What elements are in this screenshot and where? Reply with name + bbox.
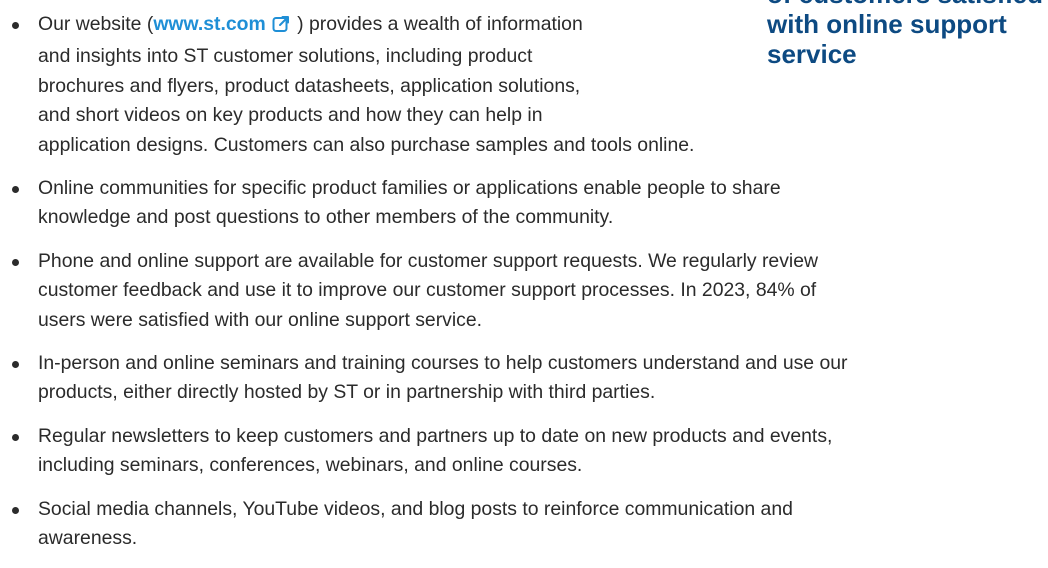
list-item-communities: Online communities for specific product … xyxy=(12,174,1048,233)
bullet-line: Our website (www.st.com ) provides a wea… xyxy=(38,10,1048,42)
support-channels-list: Our website (www.st.com ) provides a wea… xyxy=(12,10,1048,568)
bullet-line: and insights into ST customer solutions,… xyxy=(38,45,533,68)
bullet-text: ) provides a wealth of information xyxy=(291,13,583,35)
bullet-line: awareness. xyxy=(38,527,138,550)
bullet-line: users were satisfied with our online sup… xyxy=(38,308,483,331)
bullet-line: products, either directly hosted by ST o… xyxy=(38,381,656,404)
bullet-line: and short videos on key products and how… xyxy=(38,104,543,127)
list-item-phone-support: Phone and online support are available f… xyxy=(12,247,1048,335)
list-item-website: Our website (www.st.com ) provides a wea… xyxy=(12,10,1048,160)
list-item-social-media: Social media channels, YouTube videos, a… xyxy=(12,495,1048,554)
bullet-text: Our website ( xyxy=(38,13,154,35)
bullet-line: knowledge and post questions to other me… xyxy=(38,206,614,229)
callout-line: of customers satisfied xyxy=(767,0,1048,9)
website-link[interactable]: www.st.com xyxy=(153,13,265,35)
list-item-newsletters: Regular newsletters to keep customers an… xyxy=(12,422,1048,481)
bullet-line: brochures and flyers, product datasheets… xyxy=(38,74,581,97)
bullet-line: In-person and online seminars and traini… xyxy=(38,352,848,375)
bullet-line: customer feedback and use it to improve … xyxy=(38,279,817,302)
bullet-line: Online communities for specific product … xyxy=(38,177,781,200)
bullet-line: application designs. Customers can also … xyxy=(38,133,695,156)
bullet-line: Social media channels, YouTube videos, a… xyxy=(38,497,793,520)
external-link-icon[interactable] xyxy=(272,13,290,42)
bullet-line: Regular newsletters to keep customers an… xyxy=(38,424,833,447)
bullet-line: Phone and online support are available f… xyxy=(38,249,818,272)
bullet-line: including seminars, conferences, webinar… xyxy=(38,454,583,477)
list-item-seminars: In-person and online seminars and traini… xyxy=(12,349,1048,408)
